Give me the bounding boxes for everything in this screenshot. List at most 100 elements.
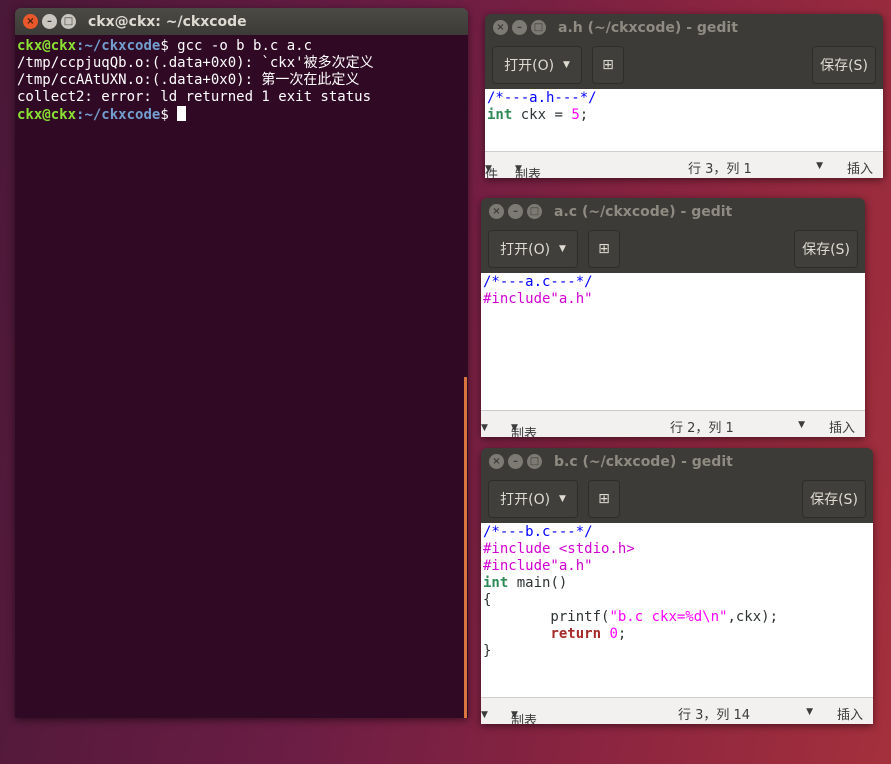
chevron-down-icon: ▼ <box>511 423 518 433</box>
code-token: 5 <box>571 107 580 123</box>
prompt-symbol: $ <box>160 107 169 123</box>
chevron-down-icon: ▼ <box>511 710 518 720</box>
chevron-down-icon[interactable]: ▼ <box>816 161 823 171</box>
prompt-symbol: $ <box>160 38 169 54</box>
code-token: ; <box>579 107 589 123</box>
code-token: return <box>550 626 602 642</box>
code-token: 0 <box>609 626 618 642</box>
code-token: { <box>483 592 492 608</box>
gedit-titlebar: × – □ a.c (~/ckxcode) - gedit <box>481 198 865 225</box>
insert-mode[interactable]: 插入 <box>837 704 863 723</box>
code-line: int main() <box>483 575 871 592</box>
code-token: #include"a.h" <box>483 558 593 574</box>
code-line: #include"a.h" <box>483 291 863 308</box>
new-tab-button[interactable]: ⊞ <box>592 46 624 84</box>
code-token: #include <stdio.h> <box>483 541 635 557</box>
prompt-user: ckx@ckx <box>17 107 77 123</box>
gedit-window-a-h: × – □ a.h (~/ckxcode) - gedit 打开(O) ▼ ⊞ … <box>485 14 883 178</box>
new-tab-button[interactable]: ⊞ <box>588 480 620 518</box>
open-button[interactable]: 打开(O) ▼ <box>488 230 578 268</box>
status-bar: ▼ 制表符宽度：8 ▼ 行 2，列 1 ▼ 插入 <box>481 410 865 437</box>
save-button[interactable]: 保存(S) <box>812 46 876 84</box>
code-token: /*---a.c---*/ <box>483 274 593 290</box>
maximize-icon[interactable]: □ <box>527 204 542 219</box>
save-button[interactable]: 保存(S) <box>794 230 858 268</box>
save-button[interactable]: 保存(S) <box>802 480 866 518</box>
code-token: main() <box>508 575 568 591</box>
window-title: a.c (~/ckxcode) - gedit <box>554 203 733 220</box>
open-label: 打开(O) <box>500 492 551 508</box>
chevron-down-icon[interactable]: ▼ <box>798 420 805 430</box>
insert-mode[interactable]: 插入 <box>847 158 873 177</box>
close-icon[interactable]: × <box>489 454 504 469</box>
code-token: /*---a.h---*/ <box>487 90 597 106</box>
output-line: /tmp/ccAAtUXN.o:(.data+0x0): 第一次在此定义 <box>17 72 360 88</box>
open-button[interactable]: 打开(O) ▼ <box>488 480 578 518</box>
gedit-toolbar: 打开(O) ▼ ⊞ 保存(S) <box>481 225 865 273</box>
terminal-titlebar: × – □ ckx@ckx: ~/ckxcode <box>15 8 468 35</box>
close-icon[interactable]: × <box>493 20 508 35</box>
gedit-toolbar: 打开(O) ▼ ⊞ 保存(S) <box>481 475 873 523</box>
gedit-titlebar: × – □ b.c (~/ckxcode) - gedit <box>481 448 873 475</box>
gedit-window-b-c: × – □ b.c (~/ckxcode) - gedit 打开(O) ▼ ⊞ … <box>481 448 873 724</box>
cursor-position: 行 3，列 1 <box>688 162 752 177</box>
new-document-icon: ⊞ <box>598 241 610 257</box>
maximize-icon[interactable]: □ <box>531 20 546 35</box>
code-token: "b.c ckx=%d\n" <box>609 609 728 625</box>
prompt-path: :~/ckxcode <box>76 38 161 54</box>
code-line: /*---b.c---*/ <box>483 524 871 541</box>
chevron-down-icon: ▼ <box>481 423 488 433</box>
code-line: #include <stdio.h> <box>483 541 871 558</box>
code-editor[interactable]: /*---b.c---*/#include <stdio.h> #include"… <box>481 523 873 697</box>
chevron-down-icon: ▼ <box>558 244 566 254</box>
minimize-icon[interactable]: – <box>512 20 527 35</box>
code-line: { <box>483 592 871 609</box>
terminal-output[interactable]: ckx@ckx:~/ckxcode$ gcc -o b b.c a.c /tmp… <box>15 35 468 718</box>
scrollbar[interactable] <box>464 377 467 718</box>
chevron-down-icon: ▼ <box>481 710 488 720</box>
code-line: return 0; <box>483 626 871 643</box>
close-icon[interactable]: × <box>23 14 38 29</box>
new-tab-button[interactable]: ⊞ <box>588 230 620 268</box>
close-icon[interactable]: × <box>489 204 504 219</box>
insert-mode[interactable]: 插入 <box>829 417 855 436</box>
output-line: /tmp/ccpjuqQb.o:(.data+0x0): `ckx'被多次定义 <box>17 55 374 71</box>
gedit-titlebar: × – □ a.h (~/ckxcode) - gedit <box>485 14 883 41</box>
code-token: int <box>483 575 509 591</box>
open-label: 打开(O) <box>500 242 551 258</box>
code-line: /*---a.h---*/ <box>487 90 881 107</box>
code-line: int ckx = 5; <box>487 107 881 124</box>
open-label: 打开(O) <box>504 58 555 74</box>
chevron-down-icon: ▼ <box>562 60 570 70</box>
status-bar: 件 ▼ 制表符宽度：8 ▼ 行 3，列 1 ▼ 插入 <box>485 151 883 178</box>
window-title: b.c (~/ckxcode) - gedit <box>554 453 733 470</box>
code-token: int <box>487 107 513 123</box>
chevron-down-icon: ▼ <box>558 494 566 504</box>
maximize-icon[interactable]: □ <box>527 454 542 469</box>
code-token: /*---b.c---*/ <box>483 524 593 540</box>
save-label: 保存(S) <box>820 58 868 74</box>
maximize-icon[interactable]: □ <box>61 14 76 29</box>
status-bar: ▼ 制表符宽度：8 ▼ 行 3，列 14 ▼ 插入 <box>481 697 873 724</box>
minimize-icon[interactable]: – <box>42 14 57 29</box>
minimize-icon[interactable]: – <box>508 204 523 219</box>
chevron-down-icon: ▼ <box>515 164 522 174</box>
minimize-icon[interactable]: – <box>508 454 523 469</box>
code-token: ckx = <box>512 107 572 123</box>
new-document-icon: ⊞ <box>602 57 614 73</box>
chevron-down-icon[interactable]: ▼ <box>806 707 813 717</box>
new-document-icon: ⊞ <box>598 491 610 507</box>
code-line: } <box>483 643 871 660</box>
cursor-position: 行 2，列 1 <box>670 421 734 436</box>
code-editor[interactable]: /*---a.c---*/#include"a.h" <box>481 273 865 410</box>
window-title: ckx@ckx: ~/ckxcode <box>88 13 247 30</box>
code-line: #include"a.h" <box>483 558 871 575</box>
code-token: printf( <box>483 609 610 625</box>
code-token: ; <box>617 626 627 642</box>
code-editor[interactable]: /*---a.h---*/int ckx = 5; <box>485 89 883 151</box>
command-text: gcc -o b b.c a.c <box>168 38 313 54</box>
prompt-line: ckx@ckx:~/ckxcode$ <box>17 106 466 124</box>
code-token: #include"a.h" <box>483 291 593 307</box>
open-button[interactable]: 打开(O) ▼ <box>492 46 582 84</box>
